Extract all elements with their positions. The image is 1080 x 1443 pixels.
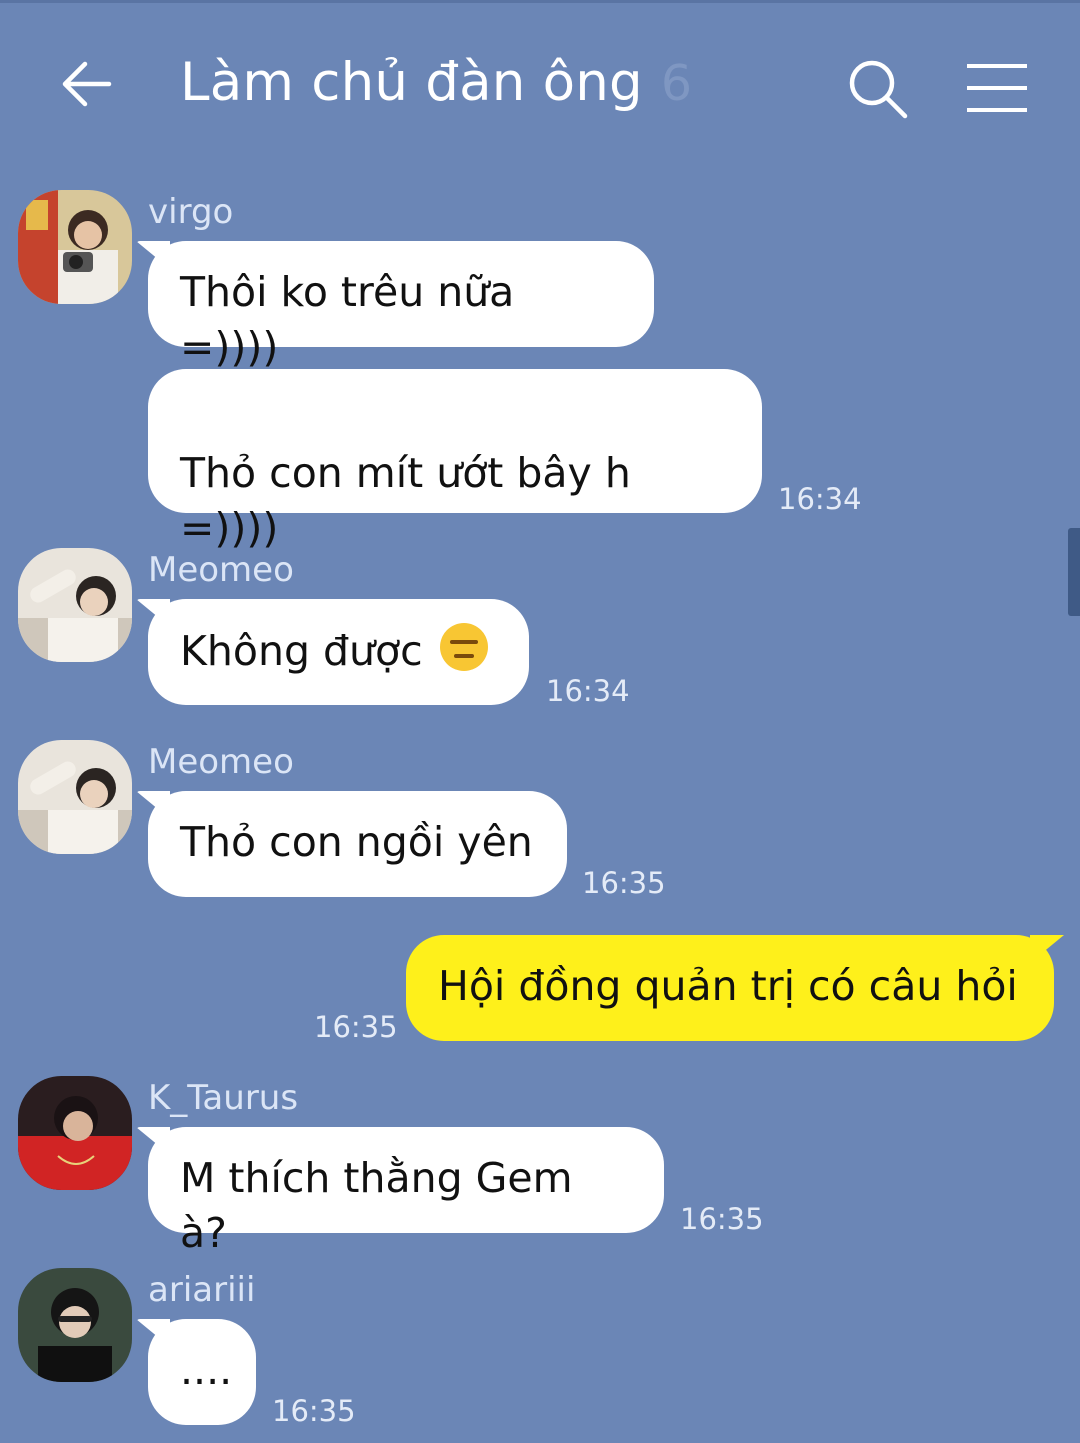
sender-name: Meomeo — [148, 742, 294, 782]
message-time: 16:34 — [778, 482, 862, 516]
message-text: .... — [180, 1346, 233, 1394]
chat-title: Làm chủ đàn ông — [180, 52, 643, 113]
message-time: 16:34 — [546, 674, 630, 708]
arrow-left-icon[interactable] — [55, 52, 119, 116]
message-bubble[interactable]: Thỏ con ngồi yên — [148, 791, 567, 897]
message-text: Thôi ko trêu nữa =)))) — [180, 268, 515, 371]
avatar-image — [18, 740, 132, 854]
message-bubble[interactable]: Không được — [148, 599, 529, 705]
sender-name: K_Taurus — [148, 1078, 299, 1118]
message-time: 16:35 — [680, 1202, 764, 1236]
message-bubble[interactable]: .... — [148, 1319, 256, 1425]
chat-header: Làm chủ đàn ông 6 — [0, 0, 1080, 180]
avatar-image — [18, 190, 132, 304]
chat-title-group[interactable]: Làm chủ đàn ông 6 — [180, 52, 692, 132]
sender-name: virgo — [148, 192, 234, 232]
message-bubble[interactable]: M thích thằng Gem à? — [148, 1127, 664, 1257]
outgoing-message-bubble[interactable]: Hội đồng quản trị có câu hỏi — [406, 935, 1054, 1041]
message-time: 16:35 — [582, 866, 666, 900]
scrollbar-thumb[interactable] — [1068, 528, 1080, 616]
avatar-image — [18, 1268, 132, 1382]
avatar-image — [18, 548, 132, 662]
message-text: M thích thằng Gem à? — [180, 1154, 573, 1257]
avatar-k-taurus[interactable] — [18, 1076, 132, 1190]
message-bubble[interactable]: Thỏ con mít ướt bây h =)))) — [148, 369, 762, 552]
hamburger-menu-icon[interactable] — [962, 58, 1032, 118]
message-text: Hội đồng quản trị có câu hỏi — [438, 962, 1018, 1010]
member-count: 6 — [660, 55, 693, 112]
message-text: Thỏ con ngồi yên — [180, 818, 533, 866]
avatar-virgo[interactable] — [18, 190, 132, 304]
avatar-meomeo[interactable] — [18, 740, 132, 854]
message-text: Không được — [180, 627, 423, 675]
sender-name: ariariii — [148, 1270, 256, 1310]
message-time: 16:35 — [272, 1394, 356, 1428]
avatar-image — [18, 1076, 132, 1190]
avatar-ariariii[interactable] — [18, 1268, 132, 1382]
avatar-meomeo[interactable] — [18, 548, 132, 662]
message-bubble[interactable]: Thôi ko trêu nữa =)))) — [148, 241, 654, 371]
expressionless-face-emoji — [439, 623, 488, 671]
message-text: Thỏ con mít ướt bây h =)))) — [180, 449, 631, 552]
search-icon[interactable] — [845, 56, 911, 122]
sender-name: Meomeo — [148, 550, 294, 590]
message-time: 16:35 — [314, 1010, 398, 1044]
